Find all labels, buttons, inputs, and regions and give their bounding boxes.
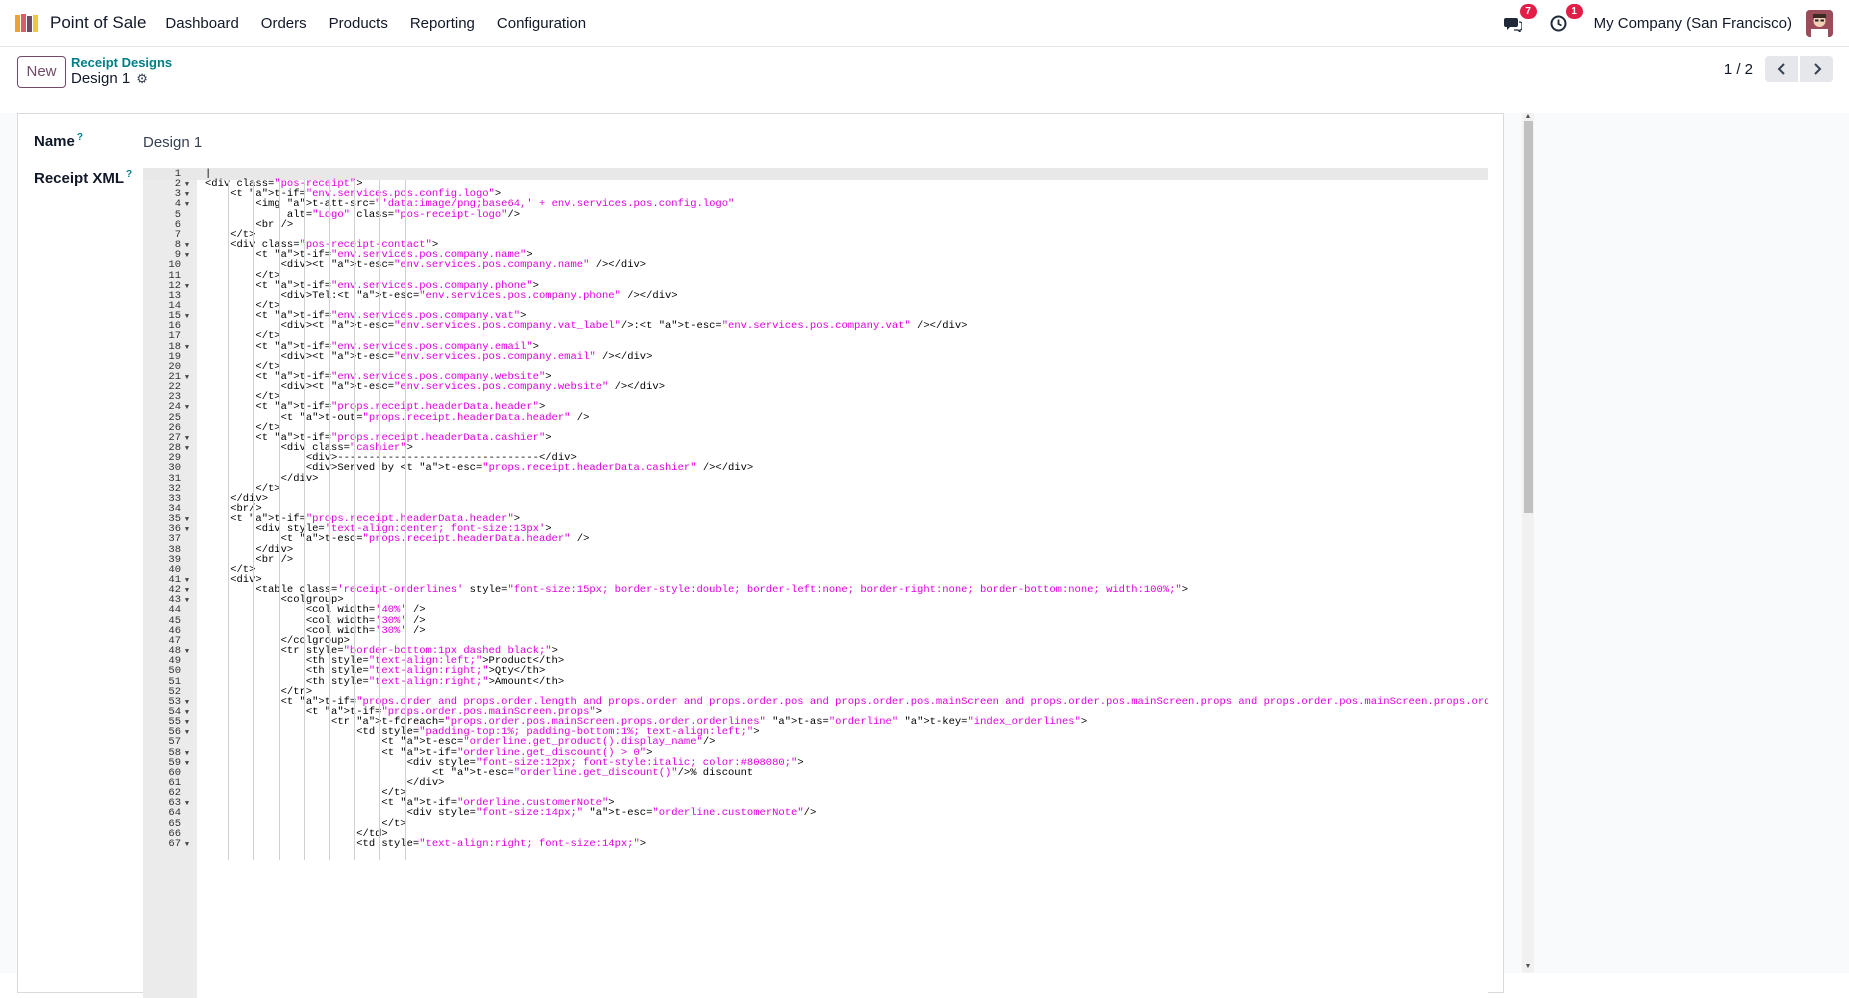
top-navbar: Point of Sale Dashboard Orders Products …: [0, 0, 1849, 47]
messages-count-badge: 7: [1519, 3, 1537, 19]
code-editor[interactable]: 1 | 2 ▼ <div class="pos-receipt"> 3 ▼ <t "a">t…: [143, 168, 1488, 998]
receipt-xml-help-icon[interactable]: ?: [126, 169, 132, 180]
app-name: Point of Sale: [50, 13, 147, 32]
clock-icon: [1550, 15, 1567, 32]
messages-button[interactable]: 7: [1502, 3, 1537, 35]
fold-caret-icon[interactable]: ▼: [181, 839, 193, 851]
indent-guide: [303, 180, 305, 861]
record-title: Design 1 ⚙: [71, 70, 148, 87]
menu-reporting[interactable]: Reporting: [399, 0, 486, 47]
receipt-xml-label: Receipt XML?: [34, 169, 132, 187]
indent-guide: [404, 180, 406, 861]
main-menu: Dashboard Orders Products Reporting Conf…: [154, 0, 597, 47]
new-button[interactable]: New: [17, 56, 66, 88]
line-number: 67: [168, 837, 181, 850]
activities-button[interactable]: 1: [1548, 3, 1583, 35]
record-name: Design 1: [71, 70, 131, 87]
pos-logo-icon: [15, 14, 38, 32]
form-content: Name? Design 1 Receipt XML? 1 | 2 ▼ <div cla…: [0, 113, 1849, 998]
indent-guide: [329, 180, 330, 861]
name-label: Name?: [34, 132, 83, 150]
name-field[interactable]: Design 1: [143, 134, 202, 151]
indent-guide: [253, 180, 255, 861]
company-switcher[interactable]: My Company (San Francisco): [1594, 15, 1792, 32]
gear-icon[interactable]: ⚙: [136, 71, 148, 87]
indent-guide: [354, 180, 356, 861]
indent-guide: [278, 180, 280, 861]
page-scrollbar[interactable]: ▲ ▼: [1522, 113, 1534, 973]
pager: 1 / 2: [1724, 56, 1833, 82]
chat-icon: [1503, 17, 1522, 32]
name-help-icon[interactable]: ?: [77, 132, 83, 143]
menu-products[interactable]: Products: [318, 0, 399, 47]
app-brand[interactable]: Point of Sale: [14, 13, 146, 33]
name-label-text: Name: [34, 133, 75, 150]
pager-value[interactable]: 1 / 2: [1724, 61, 1753, 78]
systray: 7 1 My Company (San Francisco): [1502, 0, 1849, 47]
form-sheet: Name? Design 1 Receipt XML? 1 | 2 ▼ <div cla…: [17, 113, 1504, 998]
activities-count-badge: 1: [1565, 3, 1583, 19]
indent-guide: [228, 180, 230, 861]
code-line[interactable]: 67 ▼ <td style="text-align:right; font-si…: [143, 838, 1488, 850]
chevron-left-icon: [1777, 63, 1785, 75]
scroll-thumb[interactable]: [1524, 121, 1533, 513]
indent-guide: [379, 180, 381, 861]
scroll-down-arrow-icon[interactable]: ▼: [1522, 963, 1534, 973]
pager-previous-button[interactable]: [1765, 56, 1798, 82]
chevron-right-icon: [1813, 63, 1821, 75]
user-avatar-icon: [1806, 10, 1833, 37]
code-text: <td style="text-align:right; font-size:1…: [205, 837, 647, 850]
breadcrumb[interactable]: Receipt Designs: [71, 55, 172, 70]
menu-configuration[interactable]: Configuration: [486, 0, 597, 47]
avatar[interactable]: [1806, 10, 1833, 37]
receipt-xml-label-text: Receipt XML: [34, 170, 125, 187]
menu-dashboard[interactable]: Dashboard: [154, 0, 249, 47]
menu-orders[interactable]: Orders: [250, 0, 318, 47]
pager-next-button[interactable]: [1800, 56, 1833, 82]
control-panel: New Receipt Designs Design 1 ⚙ 1 / 2: [0, 47, 1849, 113]
